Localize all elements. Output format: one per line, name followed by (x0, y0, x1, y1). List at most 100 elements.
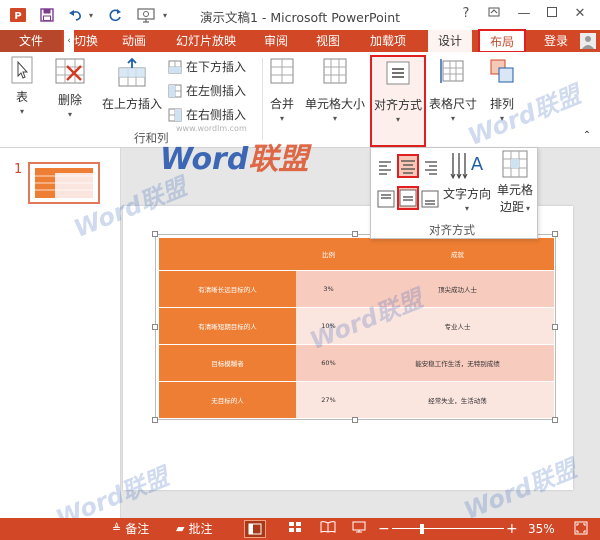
zoom-slider[interactable] (392, 528, 504, 529)
table-view-button[interactable]: 表 ▾ (10, 88, 34, 116)
align-top-icon[interactable] (377, 190, 395, 208)
insert-right-label: 在右侧插入 (186, 108, 247, 122)
comments-icon: ▰ (176, 522, 185, 535)
reading-view-icon[interactable] (320, 521, 336, 537)
help-button[interactable]: ? (456, 6, 476, 21)
table-cell[interactable]: 27% (296, 381, 361, 419)
minimize-button[interactable]: — (514, 6, 534, 21)
notes-label: 备注 (125, 522, 150, 536)
zoom-out-button[interactable]: − (378, 521, 390, 537)
table-cell[interactable]: 目标模糊者 (159, 344, 296, 382)
table-header-cell[interactable]: 成就 (361, 238, 554, 271)
comments-label: 批注 (188, 522, 213, 536)
alignment-dropdown-panel: A 文字方向 ▾ 单元格 边距 ▾ 对齐方式 (370, 147, 538, 239)
status-bar: ≜ 备注 ▰ 批注 − + 35% (0, 518, 600, 540)
collapse-ribbon-icon[interactable]: ⌃ (580, 130, 594, 141)
thumbnail-table-preview (35, 168, 93, 198)
cell-size-button[interactable]: 单元格大小 ▾ (304, 58, 366, 123)
comments-button[interactable]: ▰ 批注 (176, 521, 212, 537)
notes-button[interactable]: ≜ 备注 (112, 521, 149, 537)
merge-dropdown-icon: ▾ (279, 114, 284, 123)
fit-to-window-icon[interactable] (574, 521, 588, 537)
tab-review[interactable]: 审阅 (256, 30, 296, 52)
zoom-slider-thumb[interactable] (420, 524, 424, 534)
resize-handle-bottom[interactable] (352, 417, 358, 423)
tab-layout[interactable]: 布局 (478, 29, 526, 53)
text-direction-icon: A (450, 153, 484, 180)
cell-margins-label-2: 边距 ▾ (493, 198, 537, 215)
login-link[interactable]: 登录 (538, 30, 574, 52)
watermark-logo: Word联盟 (160, 134, 308, 178)
resize-handle-top-left[interactable] (152, 231, 158, 237)
table-view-label: 表 (15, 90, 28, 104)
merge-button[interactable]: 合并 ▾ (266, 58, 298, 123)
select-button[interactable] (10, 56, 34, 87)
table-cell[interactable]: 无目标的人 (159, 381, 296, 419)
table-row: 无目标的人 27% 经常失业，生活动荡 (159, 381, 554, 419)
tab-design[interactable]: 设计 (428, 30, 472, 52)
alignment-button[interactable]: 对齐方式 ▾ (370, 55, 426, 147)
cell-margins-dropdown-icon: ▾ (526, 204, 531, 213)
table-row: 目标模糊者 60% 能安稳工作生活，无特别成绩 (159, 344, 554, 382)
align-middle-icon[interactable] (397, 186, 419, 210)
window-title: 演示文稿1 - Microsoft PowerPoint (199, 10, 401, 25)
table-cell[interactable]: 3% (296, 270, 361, 308)
title-bar: P ▾ ▾ 演示文稿1 - Microsoft PowerPoint ? — ✕ (0, 0, 600, 30)
tab-animations[interactable]: 动画 (114, 30, 154, 52)
table-cell[interactable]: 经常失业，生活动荡 (361, 381, 554, 419)
table-cell[interactable]: 有清晰长远目标的人 (159, 270, 296, 308)
table-view-dropdown-icon: ▾ (19, 107, 24, 116)
zoom-in-button[interactable]: + (506, 521, 518, 537)
align-right-icon[interactable] (421, 158, 439, 176)
insert-above-button[interactable]: 在上方插入 (100, 57, 164, 112)
user-avatar-icon[interactable] (578, 30, 598, 52)
text-direction-button[interactable]: A 文字方向 ▾ (441, 150, 493, 213)
normal-view-icon[interactable] (244, 520, 266, 538)
resize-handle-left[interactable] (152, 324, 158, 330)
table-header-cell[interactable]: 比例 (296, 238, 361, 271)
slide-thumbnail[interactable] (28, 162, 100, 204)
cell-size-dropdown-icon: ▾ (332, 114, 337, 123)
slide-canvas[interactable]: 比例 成就 有清晰长远目标的人 3% 顶尖成功人士 有清晰短期目标的人 10% … (123, 206, 573, 490)
tab-transitions[interactable]: 切换 (74, 30, 102, 52)
cell-size-label: 单元格大小 (304, 97, 365, 111)
delete-label: 删除 (57, 93, 82, 107)
slide-sorter-view-icon[interactable] (288, 521, 302, 537)
table-cell[interactable]: 有清晰短期目标的人 (159, 307, 296, 345)
tab-slideshow[interactable]: 幻灯片放映 (170, 30, 242, 52)
table-size-button[interactable]: 表格尺寸 ▾ (428, 58, 478, 123)
resize-handle-top[interactable] (352, 231, 358, 237)
delete-dropdown-icon: ▾ (67, 110, 72, 119)
watermark-site: www.wordlm.com (176, 124, 247, 133)
tab-addins[interactable]: 加载项 (362, 30, 414, 52)
tab-scroll-left-icon[interactable]: ‹ (64, 30, 74, 52)
cell-margins-icon (502, 150, 528, 178)
slide-number: 1 (14, 162, 23, 177)
close-button[interactable]: ✕ (570, 6, 590, 21)
tab-file[interactable]: 文件 (0, 30, 62, 52)
maximize-button[interactable] (542, 6, 562, 21)
insert-right-button[interactable]: 在右侧插入 (168, 106, 258, 123)
table-cell[interactable]: 能安稳工作生活，无特别成绩 (361, 344, 554, 382)
ribbon-tab-bar: 文件 ‹ 切换 动画 幻灯片放映 审阅 视图 加载项 设计 布局 登录 (0, 29, 600, 53)
text-direction-label: 文字方向 (442, 187, 491, 201)
insert-left-button[interactable]: 在左侧插入 (168, 82, 258, 99)
svg-text:A: A (471, 154, 484, 175)
table-header-cell[interactable] (159, 238, 296, 271)
ribbon-display-options-icon[interactable] (484, 6, 504, 22)
resize-handle-right[interactable] (552, 324, 558, 330)
text-direction-dropdown-icon: ▾ (464, 204, 469, 213)
slideshow-view-icon[interactable] (352, 521, 366, 537)
cell-margins-button[interactable]: 单元格 边距 ▾ (493, 150, 537, 215)
align-left-icon[interactable] (377, 158, 395, 176)
insert-left-label: 在左侧插入 (186, 84, 247, 98)
align-bottom-icon[interactable] (421, 190, 439, 208)
align-center-icon[interactable] (397, 154, 419, 178)
delete-button[interactable]: 删除 ▾ (52, 58, 88, 119)
resize-handle-bottom-left[interactable] (152, 417, 158, 423)
resize-handle-top-right[interactable] (552, 231, 558, 237)
tab-view[interactable]: 视图 (308, 30, 348, 52)
zoom-level[interactable]: 35% (528, 521, 555, 537)
insert-below-button[interactable]: 在下方插入 (168, 58, 258, 75)
resize-handle-bottom-right[interactable] (552, 417, 558, 423)
